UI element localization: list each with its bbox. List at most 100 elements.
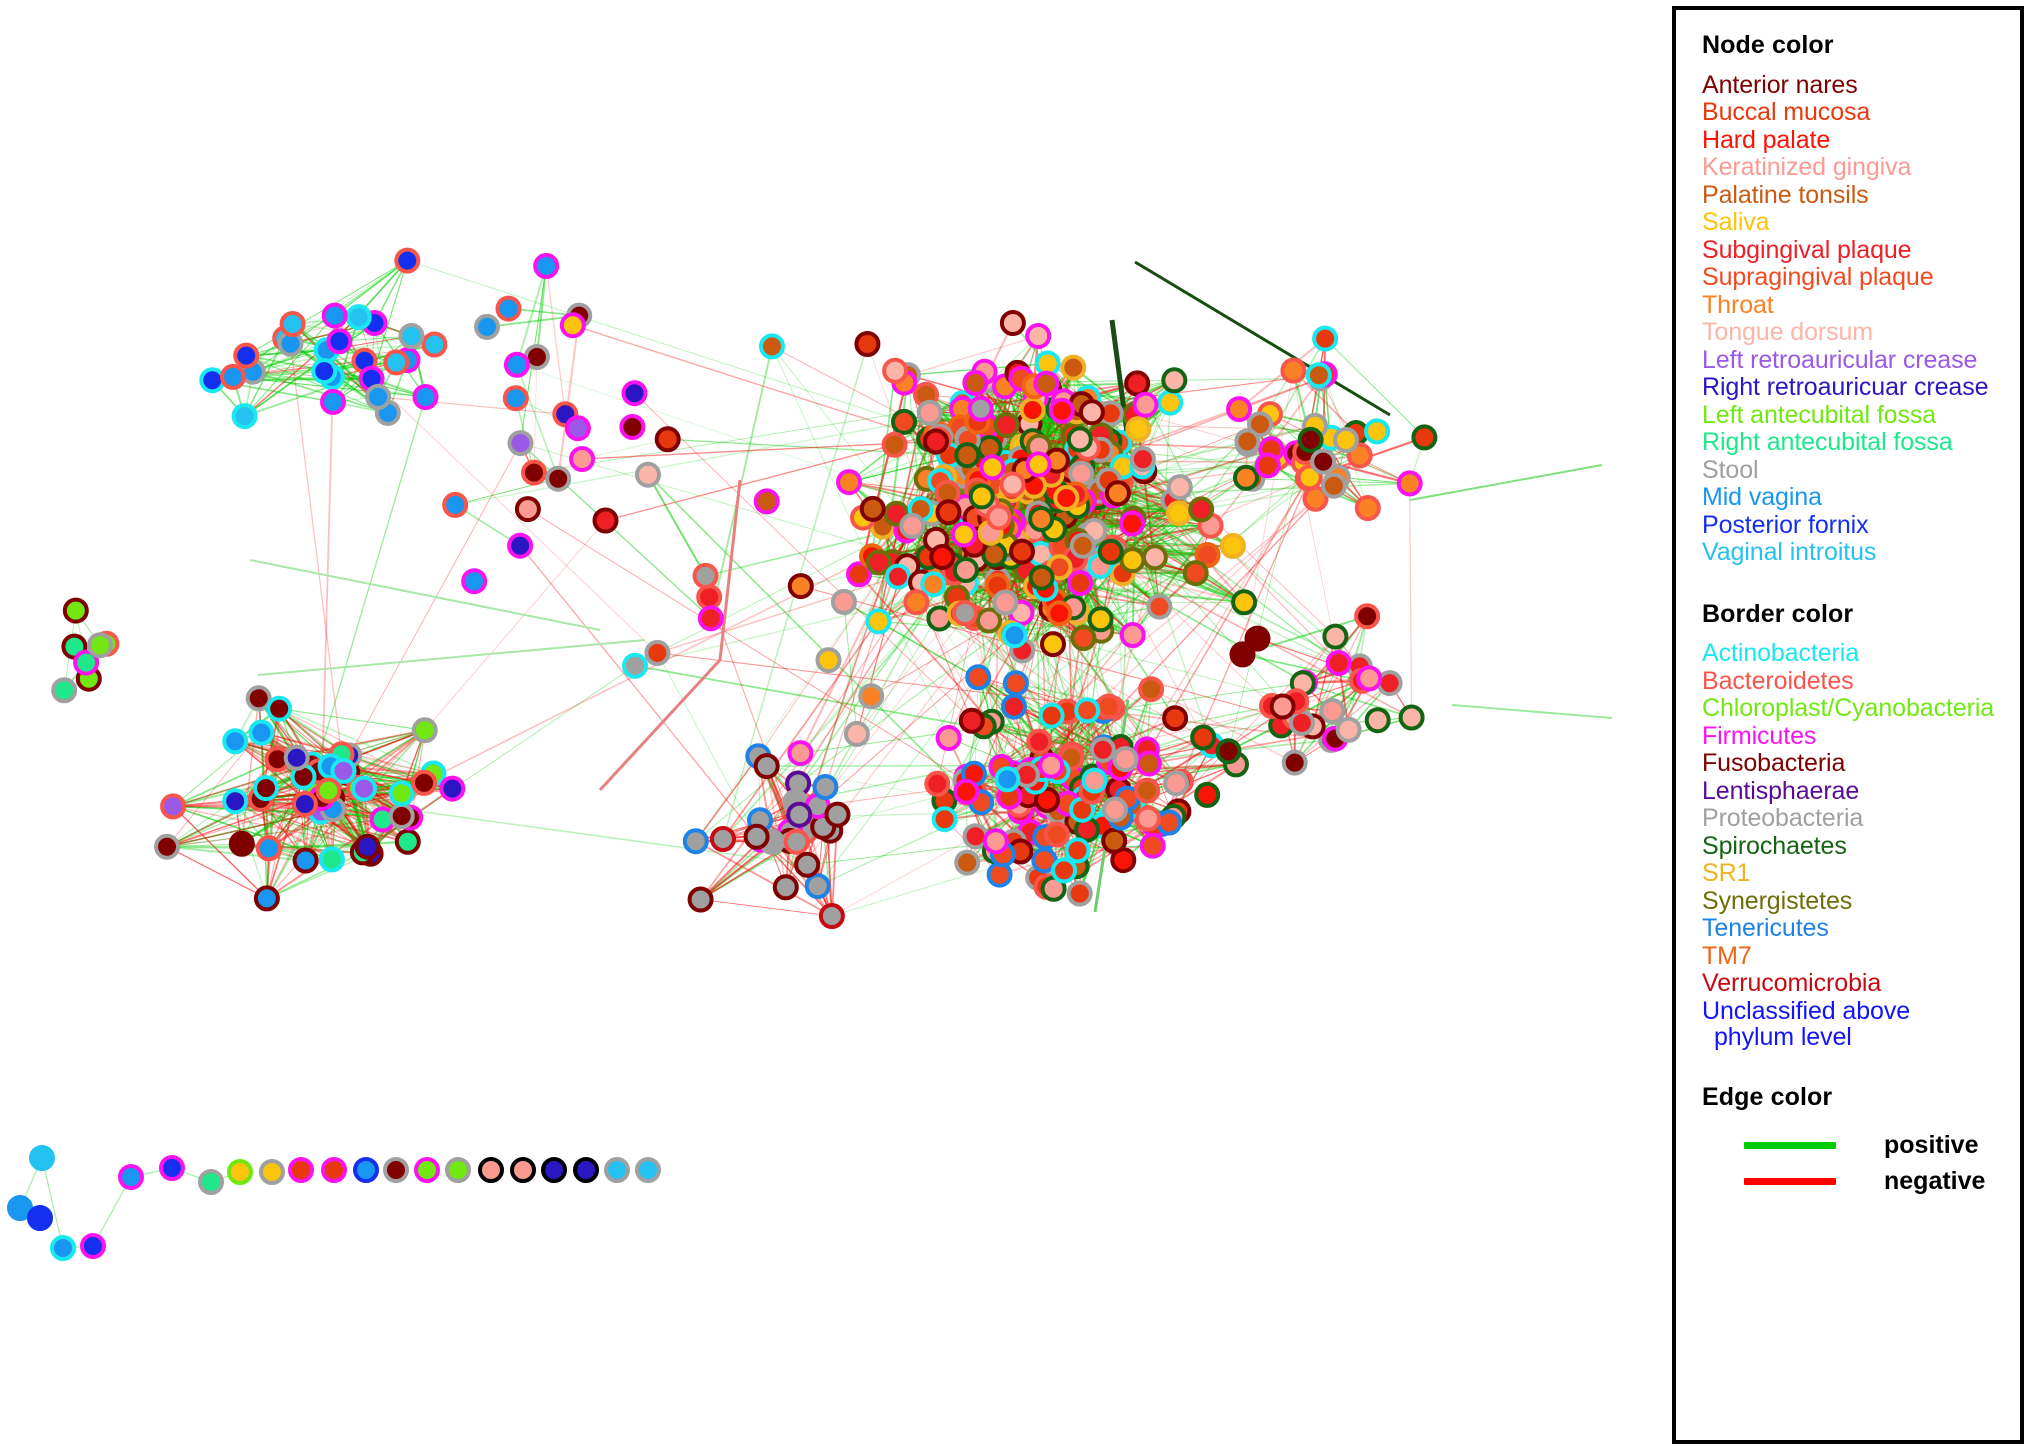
network-node[interactable] (394, 828, 421, 855)
network-node[interactable] (507, 430, 534, 457)
network-node[interactable] (315, 777, 342, 804)
network-node[interactable] (1074, 697, 1101, 724)
network-node[interactable] (1051, 857, 1078, 884)
network-node[interactable] (654, 426, 681, 453)
network-node[interactable] (1135, 805, 1161, 832)
network-node[interactable] (1060, 354, 1087, 381)
isolated-node[interactable] (353, 1157, 379, 1183)
network-node[interactable] (1320, 472, 1347, 499)
network-node[interactable] (682, 828, 709, 855)
network-node[interactable] (461, 568, 488, 595)
network-node[interactable] (859, 495, 886, 522)
network-node[interactable] (968, 483, 995, 510)
network-node[interactable] (1354, 495, 1381, 521)
network-node[interactable] (710, 826, 736, 852)
network-node[interactable] (1229, 641, 1256, 668)
isolated-node[interactable] (604, 1157, 630, 1183)
network-node[interactable] (916, 399, 943, 426)
network-node[interactable] (1335, 716, 1362, 743)
network-node[interactable] (979, 454, 1006, 481)
network-node[interactable] (398, 323, 425, 349)
network-node[interactable] (1025, 323, 1052, 349)
network-node[interactable] (1033, 370, 1060, 397)
network-node[interactable] (692, 562, 719, 589)
network-node[interactable] (1019, 397, 1046, 423)
network-node[interactable] (1134, 777, 1161, 804)
network-node[interactable] (311, 358, 338, 385)
network-node[interactable] (1233, 464, 1259, 491)
network-node[interactable] (502, 385, 529, 412)
network-node[interactable] (1066, 880, 1093, 907)
network-node[interactable] (439, 775, 466, 802)
network-node[interactable] (1119, 622, 1146, 648)
isolated-node[interactable] (635, 1157, 661, 1183)
network-node[interactable] (824, 801, 851, 828)
isolated-node[interactable] (80, 1233, 106, 1259)
network-node[interactable] (950, 521, 977, 548)
network-node[interactable] (1067, 570, 1094, 596)
isolated-node[interactable] (118, 1164, 144, 1190)
network-node[interactable] (783, 828, 810, 855)
network-node[interactable] (154, 833, 180, 860)
network-node[interactable] (1119, 547, 1146, 574)
network-node[interactable] (644, 639, 671, 666)
network-node[interactable] (786, 801, 813, 828)
network-node[interactable] (994, 766, 1021, 793)
network-node[interactable] (953, 778, 980, 805)
network-node[interactable] (1043, 821, 1070, 848)
network-node[interactable] (804, 873, 831, 900)
network-node[interactable] (1048, 397, 1075, 424)
network-node[interactable] (1396, 470, 1423, 497)
network-node[interactable] (1364, 418, 1390, 445)
network-node[interactable] (696, 584, 723, 611)
network-node[interactable] (1038, 752, 1065, 779)
isolated-node[interactable] (227, 1159, 253, 1185)
network-node[interactable] (1281, 749, 1308, 776)
network-node[interactable] (559, 312, 586, 339)
network-node[interactable] (929, 544, 956, 570)
network-node[interactable] (421, 331, 448, 358)
network-node[interactable] (514, 496, 541, 523)
network-node[interactable] (965, 664, 992, 691)
network-node[interactable] (952, 557, 979, 583)
network-node[interactable] (321, 302, 348, 329)
network-node[interactable] (1163, 770, 1190, 797)
network-node[interactable] (220, 363, 246, 390)
network-node[interactable] (999, 471, 1026, 498)
network-node[interactable] (1310, 448, 1337, 475)
network-node[interactable] (759, 333, 785, 360)
network-node[interactable] (318, 846, 345, 873)
network-node[interactable] (865, 549, 892, 576)
network-node[interactable] (1078, 399, 1105, 426)
network-node[interactable] (899, 512, 926, 539)
network-node[interactable] (228, 830, 255, 857)
network-node[interactable] (87, 632, 113, 659)
network-node[interactable] (881, 431, 908, 458)
network-node[interactable] (818, 903, 845, 929)
network-node[interactable] (993, 412, 1020, 438)
network-node[interactable] (858, 683, 885, 710)
network-node[interactable] (569, 446, 596, 472)
network-node[interactable] (245, 685, 272, 712)
network-node[interactable] (687, 886, 714, 913)
network-node[interactable] (354, 833, 381, 860)
network-node[interactable] (1157, 389, 1184, 416)
network-node[interactable] (411, 717, 438, 744)
network-node[interactable] (1135, 750, 1162, 777)
network-node[interactable] (976, 607, 1002, 634)
network-node[interactable] (985, 504, 1012, 531)
network-node[interactable] (330, 757, 357, 784)
network-node[interactable] (1129, 446, 1156, 473)
isolated-node[interactable] (198, 1169, 224, 1195)
network-node[interactable] (253, 775, 279, 802)
network-node[interactable] (292, 847, 319, 874)
network-node[interactable] (199, 367, 226, 394)
network-node[interactable] (1219, 532, 1246, 559)
network-node[interactable] (1288, 709, 1315, 736)
network-node[interactable] (1231, 589, 1258, 616)
network-node[interactable] (1001, 622, 1028, 649)
isolated-node[interactable] (445, 1157, 471, 1183)
network-node[interactable] (1226, 396, 1253, 423)
isolated-node[interactable] (414, 1157, 440, 1183)
network-node[interactable] (1194, 781, 1221, 808)
